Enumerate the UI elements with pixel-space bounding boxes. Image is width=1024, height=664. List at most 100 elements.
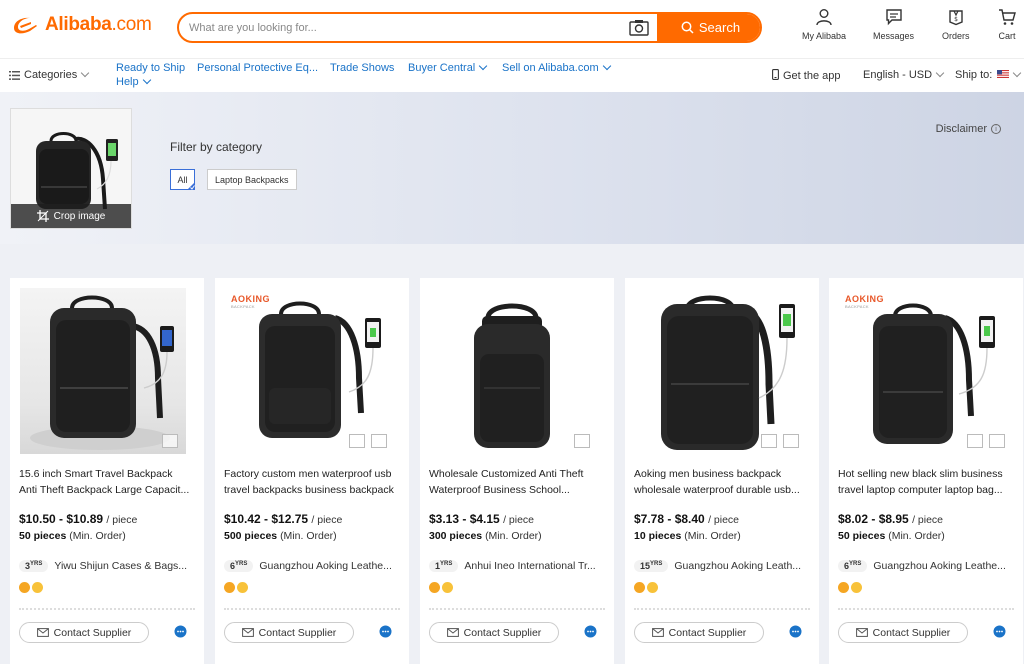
orders-link[interactable]: $ Orders [942, 8, 970, 41]
product-title[interactable]: Aoking men business backpack wholesale wa… [634, 466, 806, 498]
phone-icon [772, 69, 779, 80]
chat-icon[interactable] [789, 625, 802, 638]
categories-menu[interactable]: Categories [9, 68, 90, 81]
product-card[interactable]: AOKING BACKPACK Factory custom men waterp… [215, 278, 409, 664]
contact-supplier-button[interactable]: Contact Supplier [634, 622, 764, 643]
contact-supplier-button[interactable]: Contact Supplier [19, 622, 149, 643]
chevron-down-icon [602, 61, 611, 71]
category-nav-bar: Categories Ready to Ship Personal Protec… [0, 58, 1024, 92]
crop-image-button[interactable]: Crop image [11, 204, 131, 228]
video-icon[interactable] [989, 434, 1005, 448]
product-title[interactable]: Wholesale Customized Anti Theft Waterproo… [429, 466, 601, 498]
supplier-info: 3YRS Yiwu Shijun Cases & Bags... [19, 560, 191, 572]
mail-icon [36, 628, 49, 637]
contact-supplier-button[interactable]: Contact Supplier [224, 622, 354, 643]
supplier-name-link[interactable]: Guangzhou Aoking Leathe... [873, 560, 1006, 572]
verified-icon [442, 582, 453, 593]
search-input[interactable] [179, 14, 623, 41]
my-alibaba-link[interactable]: My Alibaba [802, 8, 846, 41]
buyer-central-menu[interactable]: Buyer Central [408, 61, 488, 74]
category-chip-all[interactable]: All [170, 169, 195, 190]
categories-label: Categories [24, 69, 78, 81]
product-card[interactable]: Aoking men business backpack wholesale wa… [625, 278, 819, 664]
product-image[interactable]: AOKING BACKPACK [225, 288, 391, 454]
product-card[interactable]: Wholesale Customized Anti Theft Waterproo… [420, 278, 614, 664]
product-title[interactable]: Hot selling new black slim business trave… [838, 466, 1010, 498]
selected-check-icon [187, 182, 195, 190]
image-search-banner: Crop image Filter by category All Laptop… [0, 92, 1024, 244]
video-icon[interactable] [371, 434, 387, 448]
alibaba-logo[interactable]: Alibaba.com [10, 14, 152, 36]
trade-shows-link[interactable]: Trade Shows [330, 62, 394, 74]
top-header: Alibaba.com Search My Alibaba Messages $… [0, 0, 1024, 58]
product-price: $8.02 - $8.95 / piece [838, 512, 944, 526]
image-gallery-icon[interactable] [967, 434, 983, 448]
product-image[interactable]: AOKING BACKPACK [839, 288, 1005, 454]
help-label: Help [116, 76, 139, 88]
contact-supplier-label: Contact Supplier [53, 626, 132, 639]
category-chip-laptop-backpacks[interactable]: Laptop Backpacks [207, 169, 297, 190]
cart-link[interactable]: Cart [998, 8, 1016, 41]
contact-supplier-label: Contact Supplier [668, 626, 747, 639]
camera-icon[interactable] [629, 19, 649, 36]
ready-to-ship-link[interactable]: Ready to Ship [116, 62, 185, 74]
verified-icon [647, 582, 658, 593]
chevron-down-icon [935, 68, 945, 78]
gold-supplier-icon [224, 582, 235, 593]
supplier-badges [224, 582, 248, 593]
image-gallery-icon[interactable] [574, 434, 590, 448]
product-title[interactable]: Factory custom men waterproof usb travel … [224, 466, 396, 498]
language-currency-menu[interactable]: English - USD [863, 68, 945, 81]
product-card[interactable]: 15.6 inch Smart Travel Backpack Anti Thef… [10, 278, 204, 664]
sell-on-alibaba-label: Sell on Alibaba.com [502, 62, 599, 74]
gold-supplier-icon [19, 582, 30, 593]
supplier-name-link[interactable]: Guangzhou Aoking Leathe... [259, 560, 392, 572]
us-flag-icon [997, 70, 1010, 78]
product-title[interactable]: 15.6 inch Smart Travel Backpack Anti Thef… [19, 466, 191, 498]
sell-on-alibaba-menu[interactable]: Sell on Alibaba.com [502, 61, 611, 74]
info-icon: i [991, 124, 1001, 134]
logo-text: Alibaba.com [45, 14, 152, 35]
supplier-name-link[interactable]: Anhui Ineo International Tr... [464, 560, 595, 572]
messages-link[interactable]: Messages [873, 8, 914, 41]
image-gallery-icon[interactable] [349, 434, 365, 448]
get-the-app-link[interactable]: Get the app [772, 69, 841, 82]
product-image[interactable] [20, 288, 186, 454]
supplier-badges [19, 582, 43, 593]
supplier-name-link[interactable]: Guangzhou Aoking Leath... [674, 560, 801, 572]
chat-icon[interactable] [584, 625, 597, 638]
supplier-info: 1YRS Anhui Ineo International Tr... [429, 560, 601, 572]
ship-to-menu[interactable]: Ship to: [955, 68, 1022, 81]
buyer-central-label: Buyer Central [408, 62, 476, 74]
supplier-info: 15YRS Guangzhou Aoking Leath... [634, 560, 806, 572]
min-order: 500 pieces (Min. Order) [224, 530, 337, 542]
disclaimer-label: Disclaimer [935, 123, 987, 135]
image-gallery-icon[interactable] [761, 434, 777, 448]
supplier-years-badge: 6YRS [838, 560, 868, 572]
brand-logo: AOKING BACKPACK [231, 294, 270, 309]
disclaimer-link[interactable]: Disclaimer i [936, 123, 1001, 135]
ppe-link[interactable]: Personal Protective Eq... [197, 62, 318, 74]
product-image[interactable] [430, 288, 596, 454]
search-button[interactable]: Search [657, 14, 760, 41]
search-image-thumbnail[interactable]: Crop image [10, 108, 132, 229]
product-image[interactable] [635, 288, 801, 454]
chat-icon[interactable] [993, 625, 1006, 638]
category-chip-label: Laptop Backpacks [215, 174, 289, 185]
verified-icon [32, 582, 43, 593]
alibaba-logo-icon [14, 17, 37, 34]
image-gallery-icon[interactable] [162, 434, 178, 448]
contact-supplier-button[interactable]: Contact Supplier [429, 622, 559, 643]
product-card[interactable]: AOKING BACKPACK Hot selling new black sli… [829, 278, 1023, 664]
contact-supplier-button[interactable]: Contact Supplier [838, 622, 968, 643]
search-icon [681, 21, 694, 34]
category-chip-all-label: All [177, 174, 188, 185]
supplier-badges [838, 582, 862, 593]
chat-icon[interactable] [174, 625, 187, 638]
help-menu[interactable]: Help [116, 75, 151, 88]
video-icon[interactable] [783, 434, 799, 448]
cart-icon [999, 9, 1016, 25]
supplier-name-link[interactable]: Yiwu Shijun Cases & Bags... [54, 560, 187, 572]
chat-icon[interactable] [379, 625, 392, 638]
divider [224, 608, 400, 610]
